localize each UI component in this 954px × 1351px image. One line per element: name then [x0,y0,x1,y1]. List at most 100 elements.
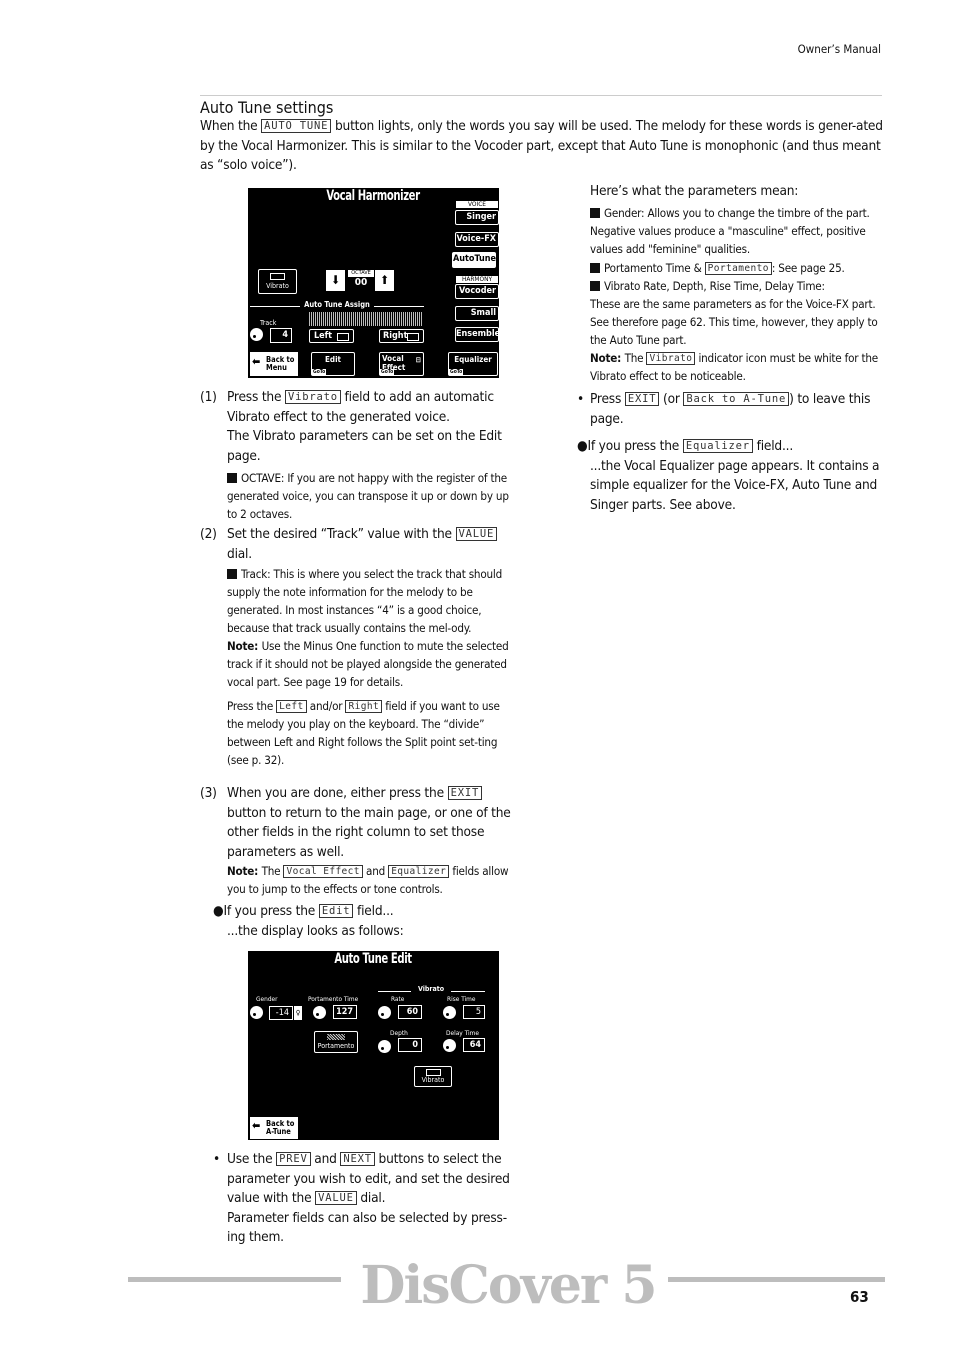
text-run: When the [200,118,262,134]
edit-label: Edit [325,355,341,364]
edit-field-text: ●If you press the Edit field... [213,902,513,922]
key-label: NEXT [340,1152,375,1166]
key-label: Edit [318,904,354,918]
depth-knob-icon[interactable] [378,1040,391,1053]
portamento-label: Portamento [317,1042,355,1050]
parameters-intro: Here’s what the parameters mean: [590,183,799,199]
right-label: Right [383,331,408,341]
gender-description: Gender: Allows you to change the timbre … [590,204,882,258]
intro-paragraph: When the AUTO TUNE button lights, only t… [200,117,884,176]
text-run: : See page 25. [771,260,845,275]
text-run: ●If you press the [577,438,683,454]
text-run: The [261,864,284,878]
back-label: Back to Menu [266,355,295,372]
step-text: Set the desired “Track” value with the V… [227,525,515,564]
text-run: and [310,1151,341,1167]
prev-next-bullet: • Use the PREV and NEXT buttons to selec… [213,1150,515,1248]
portamento-knob-icon[interactable] [313,1006,326,1019]
autotune-button[interactable]: AutoTune [452,252,496,268]
back-to-a-tune-button[interactable]: ⬅ Back to A-Tune [250,1117,298,1139]
text-run: field... [752,438,794,454]
rise-time-label: Rise Time [447,995,476,1003]
small-button[interactable]: Small [455,306,499,321]
manual-page: Owner’s Manual Auto Tune settings When t… [0,0,954,1351]
step-number: (2) [200,526,217,542]
back-to-menu-button[interactable]: ⬅ Back to Menu [250,352,298,376]
depth-label: Depth [390,1029,408,1037]
equalizer-button[interactable]: Equalizer GoTo [448,352,498,376]
text-run: Use the [227,1151,277,1167]
step-number: (1) [200,389,217,405]
text-run: ●If you press the [213,903,319,919]
bullet-subtext: Parameter fields can also be selected by… [227,1209,507,1246]
step-2: (2) Set the desired “Track” value with t… [200,525,515,769]
portamento-time-value[interactable]: 127 [333,1005,357,1019]
left-button[interactable]: Left [309,329,354,343]
key-label: AUTO TUNE [261,119,332,133]
bullet-icon: • [577,391,585,407]
octave-up-icon[interactable]: ⬆ [375,270,394,291]
discover-5-logo: DisCover 5 [360,1255,657,1316]
right-column: Here’s what the parameters mean: Gender:… [590,182,882,385]
key-label: Right [345,700,383,713]
footer-rule-left [128,1277,341,1282]
octave-value: 00 [354,277,368,288]
text-run: and/or [306,699,346,713]
equalizer-field-subtext: ...the Vocal Equalizer page appears. It … [590,457,880,513]
exit-bullet: • Press EXIT (or Back to A-Tune) to leav… [577,390,882,429]
step-text: When you are done, either press the EXIT… [227,784,515,862]
text-run: Use the Minus One function to mute the s… [227,639,509,689]
step-3: (3) When you are done, either press the … [200,784,515,898]
goto-tag: GoTo [449,369,464,375]
key-label: PREV [276,1152,311,1166]
delay-time-value[interactable]: 64 [463,1038,485,1052]
portamento-button[interactable]: Portamento [314,1031,358,1053]
step-text: Press the Vibrato field to add an automa… [227,388,515,427]
step-number: (3) [200,785,217,801]
text-run: Set the desired “Track” value with the [227,526,456,542]
gender-knob-icon[interactable] [250,1006,263,1019]
note: Note: The Vibrato indicator icon must be… [590,349,882,385]
track-value[interactable]: 4 [270,328,292,343]
gender-value[interactable]: -14 [269,1006,293,1020]
right-button[interactable]: Right [379,329,424,343]
text-run: button to return to the main page, or on… [227,804,511,860]
running-header: Owner’s Manual [797,42,881,56]
rate-label: Rate [391,995,405,1003]
vibrato-group-label: Vibrato [411,985,451,993]
divider [374,306,424,307]
text-run: and [362,864,389,878]
auto-tune-edit-display: Auto Tune Edit Vibrato Gender -14 ♀ Port… [248,951,499,1140]
octave-down-icon[interactable]: ⬇ [326,270,345,291]
vocoder-button[interactable]: Vocoder [455,284,499,299]
voice-fx-button[interactable]: Voice-FX [455,232,499,247]
rate-knob-icon[interactable] [378,1006,391,1019]
track-label: Track [260,319,277,327]
edit-button[interactable]: Edit GoTo [311,352,355,376]
rise-time-knob-icon[interactable] [443,1006,456,1019]
square-bullet-icon [590,280,600,291]
delay-time-label: Delay Time [446,1029,479,1037]
vibrato-indicator-icon [270,273,285,280]
vibrato-button[interactable]: Vibrato [414,1066,452,1087]
singer-button[interactable]: Singer [455,210,499,225]
note: Note: Use the Minus One function to mute… [227,637,515,691]
display-title: Auto Tune Edit [334,951,412,967]
vocal-harmonizer-display: Vocal Harmonizer VOICE Singer Voice-FX A… [248,188,499,378]
note: Note: The Vocal Effect and Equalizer fie… [227,862,515,898]
delay-time-knob-icon[interactable] [443,1039,456,1052]
key-label: Left [276,700,307,713]
section-title: Auto Tune settings [200,98,334,117]
vibrato-button[interactable]: Vibrato [258,269,297,294]
vibrato-label: Vibrato [421,1076,445,1084]
equalizer-label: Equalizer [454,355,492,364]
ensemble-button[interactable]: Ensemble [455,327,499,342]
depth-value[interactable]: 0 [398,1038,422,1052]
rate-value[interactable]: 60 [398,1005,422,1019]
vocal-effect-button[interactable]: Vocal Effect ⊟ GoTo [379,352,424,376]
text-run: The [624,350,647,365]
key-label: EXIT [624,392,660,406]
left-indicator-icon [337,333,349,341]
rise-time-value[interactable]: 5 [463,1005,485,1019]
track-knob-icon[interactable] [250,328,263,341]
